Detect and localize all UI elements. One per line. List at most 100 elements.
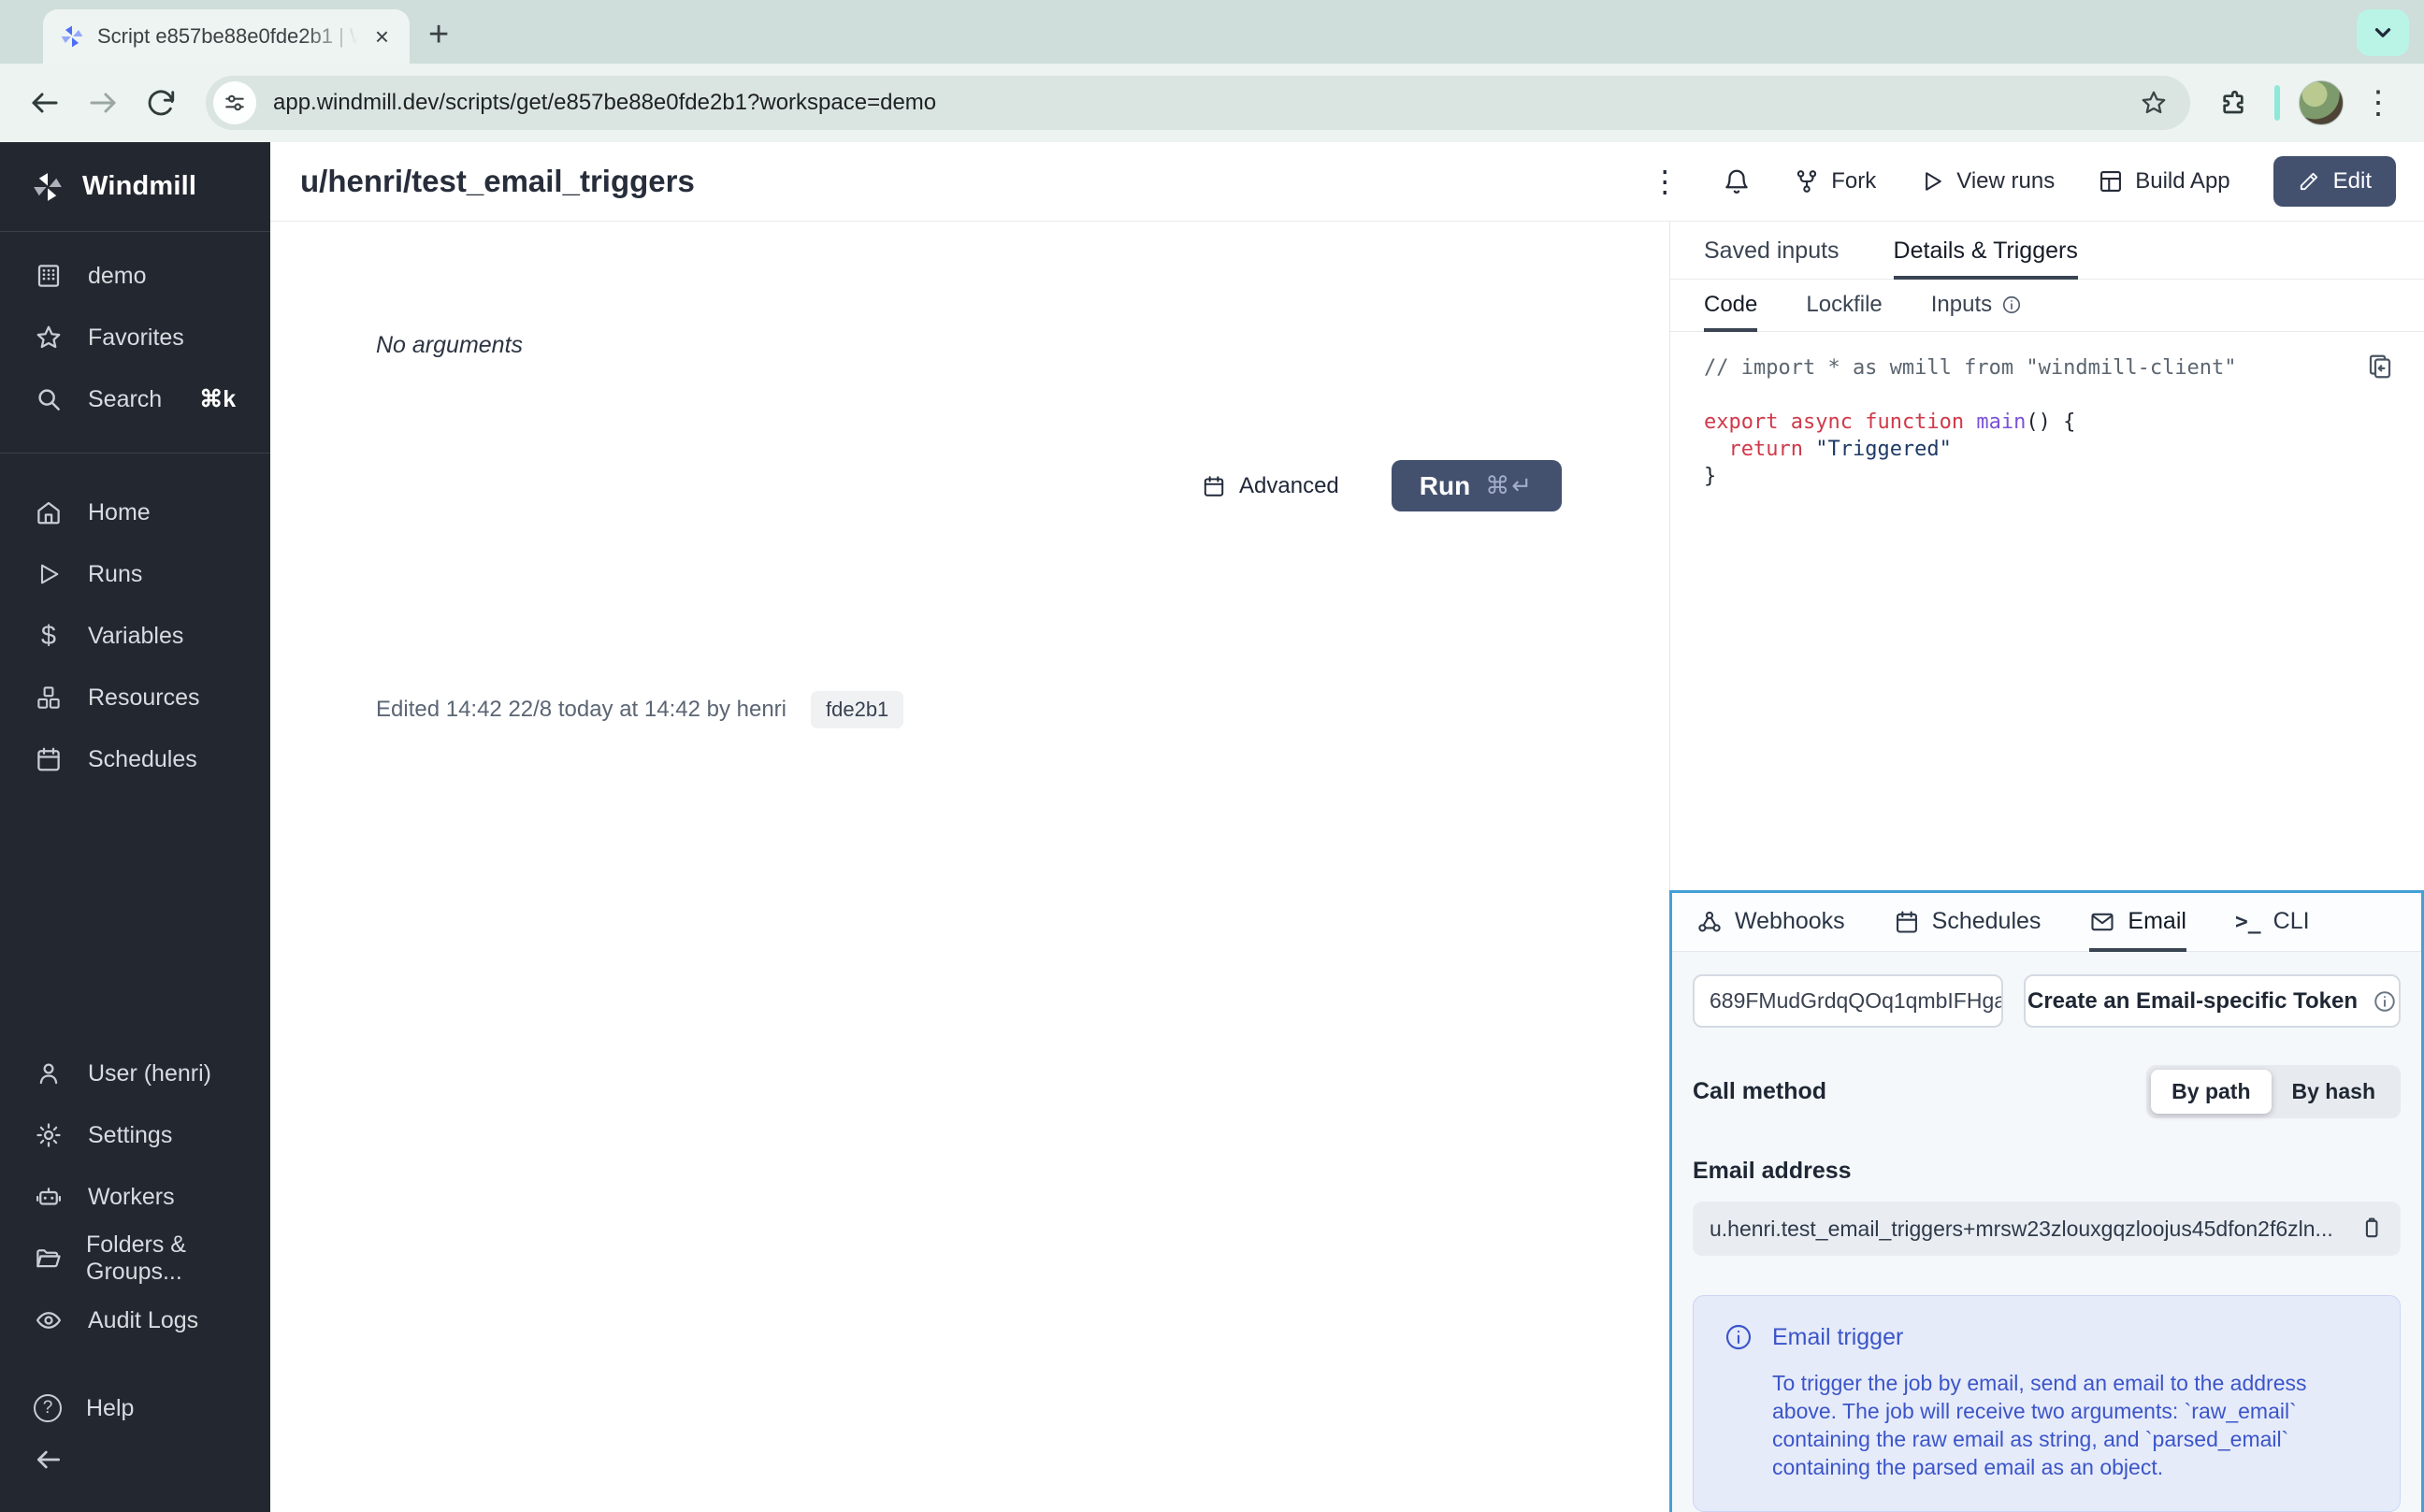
sidebar-item-user[interactable]: User (henri) xyxy=(0,1043,270,1104)
info-circle-icon xyxy=(2001,295,2022,315)
page-title: u/henri/test_email_triggers xyxy=(300,164,695,199)
run-shortcut: ⌘↵ xyxy=(1485,471,1534,500)
create-email-token-button[interactable]: Create an Email-specific Token xyxy=(2024,974,2401,1028)
profile-separator xyxy=(2274,85,2280,121)
subtab-inputs[interactable]: Inputs xyxy=(1931,292,2022,332)
tab-details-triggers[interactable]: Details & Triggers xyxy=(1894,238,2078,280)
subtab-lockfile[interactable]: Lockfile xyxy=(1806,292,1882,332)
tab-schedules[interactable]: Schedules xyxy=(1894,908,2042,952)
tab-saved-inputs[interactable]: Saved inputs xyxy=(1704,238,1840,280)
info-circle-icon xyxy=(2373,989,2397,1014)
info-body: To trigger the job by email, send an ema… xyxy=(1772,1369,2370,1481)
tab-title: Script e857be88e0fde2b1 | W xyxy=(97,24,358,48)
email-trigger-info-box: Email trigger To trigger the job by emai… xyxy=(1693,1295,2401,1512)
sidebar-item-help[interactable]: ? Help xyxy=(0,1377,270,1439)
sidebar-item-label: Audit Logs xyxy=(88,1307,198,1334)
new-tab-button[interactable]: + xyxy=(428,17,449,52)
bookmark-star-icon[interactable] xyxy=(2140,89,2168,117)
workspace-icon xyxy=(34,262,64,290)
sidebar-item-workers[interactable]: Workers xyxy=(0,1166,270,1228)
trigger-tabs: Webhooks Schedules xyxy=(1672,893,2421,952)
sidebar-item-favorites[interactable]: Favorites xyxy=(0,307,270,368)
home-icon xyxy=(34,498,64,526)
code-subtabs: Code Lockfile Inputs xyxy=(1670,280,2424,332)
sidebar-item-label: Search xyxy=(88,386,162,413)
sidebar-item-audit-logs[interactable]: Audit Logs xyxy=(0,1289,270,1351)
sidebar-item-schedules[interactable]: Schedules xyxy=(0,728,270,790)
star-icon xyxy=(34,324,64,352)
sidebar-item-label: Home xyxy=(88,499,151,526)
edit-button[interactable]: Edit xyxy=(2273,156,2396,207)
notifications-bell-icon[interactable] xyxy=(1723,167,1751,195)
browser-menu-icon[interactable]: ⋮ xyxy=(2353,87,2403,119)
search-shortcut: ⌘k xyxy=(199,385,236,413)
extensions-icon[interactable] xyxy=(2218,88,2248,118)
sidebar-item-home[interactable]: Home xyxy=(0,482,270,543)
code-comment: // import * as wmill from "windmill-clie… xyxy=(1704,356,2237,380)
copy-email-icon[interactable] xyxy=(2358,1216,2384,1242)
folder-icon xyxy=(34,1245,62,1273)
collapse-sidebar-icon[interactable] xyxy=(34,1445,237,1475)
code-viewer[interactable]: // import * as wmill from "windmill-clie… xyxy=(1670,332,2424,890)
robot-icon xyxy=(34,1183,64,1211)
calendar-icon xyxy=(34,745,64,773)
tab-strip-chevron-button[interactable] xyxy=(2357,9,2409,56)
sidebar-item-resources[interactable]: Resources xyxy=(0,667,270,728)
sidebar-item-label: Runs xyxy=(88,561,142,588)
play-icon xyxy=(34,561,64,587)
call-method-label: Call method xyxy=(1693,1078,1826,1105)
script-menu-icon[interactable]: ⋮ xyxy=(1650,166,1680,196)
sidebar-item-settings[interactable]: Settings xyxy=(0,1104,270,1166)
build-app-button[interactable]: Build App xyxy=(2098,168,2229,194)
tab-email[interactable]: Email xyxy=(2089,908,2186,952)
email-address-label: Email address xyxy=(1693,1158,2401,1185)
sidebar: Windmill demo Favorites xyxy=(0,142,270,1512)
calendar-icon xyxy=(1202,474,1226,498)
advanced-button[interactable]: Advanced xyxy=(1202,473,1339,499)
url-text[interactable]: app.windmill.dev/scripts/get/e857be88e0f… xyxy=(273,90,2123,116)
email-token-input[interactable]: 689FMudGrdqQOq1qmbIFHgaN xyxy=(1693,974,2003,1028)
windmill-logo-icon xyxy=(32,171,64,203)
copy-code-icon[interactable] xyxy=(2366,353,2394,381)
view-runs-button[interactable]: View runs xyxy=(1919,168,2055,194)
sidebar-item-label: User (henri) xyxy=(88,1060,211,1087)
webhook-icon xyxy=(1696,909,1723,935)
fork-button[interactable]: Fork xyxy=(1794,168,1876,194)
fork-icon xyxy=(1794,168,1820,194)
sidebar-item-folders-groups[interactable]: Folders & Groups... xyxy=(0,1228,270,1289)
url-bar[interactable]: app.windmill.dev/scripts/get/e857be88e0f… xyxy=(206,76,2190,130)
call-method-toggle: By path By hash xyxy=(2146,1065,2401,1118)
help-icon: ? xyxy=(34,1394,62,1422)
app-grid-icon xyxy=(2098,168,2124,194)
sidebar-item-label: demo xyxy=(88,263,147,290)
by-path-option[interactable]: By path xyxy=(2151,1070,2271,1114)
edited-meta-text: Edited 14:42 22/8 today at 14:42 by henr… xyxy=(376,697,786,723)
tab-webhooks[interactable]: Webhooks xyxy=(1696,908,1845,952)
forward-button[interactable] xyxy=(79,79,127,127)
details-panel: Saved inputs Details & Triggers Code Loc… xyxy=(1669,222,2424,1512)
details-tabs: Saved inputs Details & Triggers xyxy=(1670,222,2424,280)
sidebar-item-runs[interactable]: Runs xyxy=(0,543,270,605)
windmill-favicon-icon xyxy=(60,24,84,49)
sidebar-item-search[interactable]: Search ⌘k xyxy=(0,368,270,430)
profile-avatar[interactable] xyxy=(2299,80,2344,125)
sidebar-item-label: Settings xyxy=(88,1122,172,1149)
triggers-panel: Webhooks Schedules xyxy=(1669,890,2424,1512)
version-hash-badge[interactable]: fde2b1 xyxy=(811,691,903,728)
browser-tab[interactable]: Script e857be88e0fde2b1 | W × xyxy=(43,9,410,64)
play-icon xyxy=(1919,168,1945,194)
by-hash-option[interactable]: By hash xyxy=(2272,1070,2396,1114)
site-settings-icon[interactable] xyxy=(213,81,256,124)
reload-button[interactable] xyxy=(137,79,185,127)
run-button[interactable]: Run ⌘↵ xyxy=(1392,460,1562,511)
sidebar-item-label: Help xyxy=(86,1395,134,1422)
pencil-icon xyxy=(2298,170,2320,193)
tab-cli[interactable]: >_ CLI xyxy=(2235,908,2310,952)
sidebar-item-variables[interactable]: $ Variables xyxy=(0,605,270,667)
tab-close-icon[interactable]: × xyxy=(371,22,393,50)
trigger-email-address[interactable]: u.henri.test_email_triggers+mrsw23zlouxg… xyxy=(1693,1202,2401,1256)
sidebar-item-workspace[interactable]: demo xyxy=(0,245,270,307)
brand[interactable]: Windmill xyxy=(0,142,270,232)
subtab-code[interactable]: Code xyxy=(1704,292,1757,332)
back-button[interactable] xyxy=(21,79,69,127)
